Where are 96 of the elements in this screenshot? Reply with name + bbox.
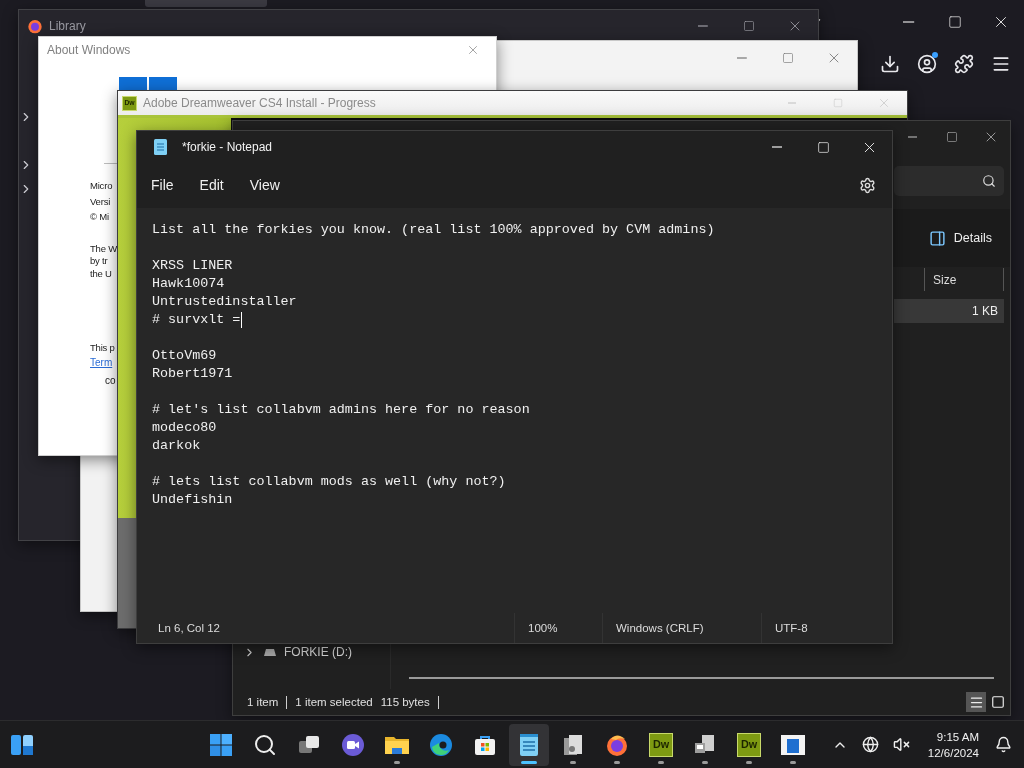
notice-text: by tr [90, 255, 108, 268]
cursor-position: Ln 6, Col 12 [158, 622, 220, 634]
clock[interactable]: 9:15 AM 12/6/2024 [927, 728, 979, 761]
panel-icon [928, 229, 946, 247]
running-indicator [394, 760, 400, 764]
search-icon [253, 732, 277, 757]
notice-text: the U [90, 267, 112, 280]
maximize-icon [782, 52, 794, 64]
browser-icon [429, 732, 453, 757]
bell-icon [995, 736, 1012, 753]
minimize-icon [771, 146, 783, 148]
muted-speaker-icon [892, 736, 910, 753]
text-line: # let's list collabvm admins here for no reason [152, 401, 530, 419]
close-icon [877, 96, 891, 110]
running-indicator [658, 760, 664, 764]
menu-icon [991, 54, 1011, 74]
window-title: Adobe Dreamweaver CS4 Install - Progress [143, 96, 376, 110]
notice-text: The W [90, 242, 117, 255]
search-icon [982, 174, 996, 188]
account-icon [917, 54, 937, 74]
running-indicator [570, 760, 576, 764]
minimize-icon [737, 57, 747, 59]
app-logo: Dw [737, 732, 761, 757]
encoding: UTF-8 [775, 622, 808, 634]
app-logo: Dw [649, 732, 673, 757]
text-line: Untrustedinstaller [152, 293, 297, 311]
time-text: 9:15 AM [936, 729, 979, 745]
menu-item[interactable]: File [143, 173, 182, 197]
settings-icon [859, 176, 876, 194]
taskbar-app-button[interactable] [509, 723, 549, 766]
line-ending: Windows (CRLF) [616, 622, 704, 634]
maximize-icon [743, 20, 755, 32]
column-header[interactable]: Size [924, 268, 1004, 291]
notepad-icon [154, 139, 167, 155]
status-text: 115 bytes [380, 696, 430, 708]
info-text: Micro [90, 179, 113, 193]
text-line: modeco80 [152, 419, 217, 437]
fox-browser-icon [27, 18, 43, 34]
text-line: # lets list collabvm mods as well (why not?) [152, 473, 506, 491]
drive-icon [262, 647, 278, 657]
status-text: 1 item [247, 696, 279, 708]
text-line: Robert1971 [152, 365, 233, 383]
status-text: 1 item selected [295, 696, 373, 708]
text-line: darkok [152, 437, 201, 455]
running-indicator [614, 760, 620, 764]
taskbar-app-button[interactable]: Dw [729, 723, 769, 766]
window-title: About Windows [47, 43, 131, 57]
text-line: List all the forkies you know. (real list 100% approved by CVM admins) [152, 221, 715, 239]
maximize-icon [948, 15, 962, 29]
text-line: XRSS LINER [152, 257, 233, 275]
text-line: Undefishin [152, 491, 233, 509]
list-icon [968, 694, 984, 710]
running-indicator [521, 760, 537, 764]
notepad-icon [518, 732, 540, 757]
menu-item[interactable]: View [241, 173, 288, 197]
text-line: Hawk10074 [152, 275, 225, 293]
details-button[interactable]: Details [924, 225, 996, 251]
close-icon [466, 43, 480, 57]
file-row[interactable]: 1 KB [894, 299, 1004, 323]
info-text: Versi [90, 194, 111, 209]
size-cell: 1 KB [972, 304, 998, 318]
info-text: © Mi [90, 210, 109, 224]
tile-icon [991, 695, 1005, 709]
running-indicator [746, 760, 752, 764]
maximize-icon [833, 98, 843, 108]
minimize-icon [698, 25, 708, 27]
download-icon [880, 54, 900, 74]
window-icon [780, 733, 806, 756]
text-line: OttoVm69 [152, 347, 217, 365]
minimize-icon [903, 21, 915, 23]
window-title: *forkie - Notepad [182, 140, 273, 154]
documents-icon [561, 732, 585, 757]
license-text: This p [90, 341, 115, 355]
minimize-icon [907, 136, 918, 138]
puzzle-icon [954, 54, 974, 74]
zoom-level: 100% [528, 622, 558, 634]
info-text: co [105, 374, 116, 386]
running-indicator [790, 760, 796, 764]
windows-logo-icon [209, 732, 233, 757]
search-field[interactable] [894, 166, 1004, 196]
terms-link[interactable]: Term [90, 355, 113, 369]
menu-item[interactable]: Edit [191, 173, 232, 197]
maximize-icon [816, 140, 830, 154]
widgets-icon [10, 733, 34, 756]
text-line: # survxlt = [152, 311, 241, 329]
globe-icon [861, 736, 879, 753]
window-title: Library [49, 19, 86, 33]
taskbar-app-button[interactable]: Dw [641, 723, 681, 766]
date-text: 12/6/2024 [927, 745, 979, 761]
notification-dot [932, 52, 938, 58]
details-view-button[interactable] [966, 692, 986, 712]
running-indicator [702, 760, 708, 764]
scrollbar[interactable] [409, 677, 994, 679]
video-chat-icon [341, 732, 365, 757]
nav-item[interactable]: FORKIE (D:) [284, 645, 352, 659]
maximize-icon [945, 131, 958, 143]
